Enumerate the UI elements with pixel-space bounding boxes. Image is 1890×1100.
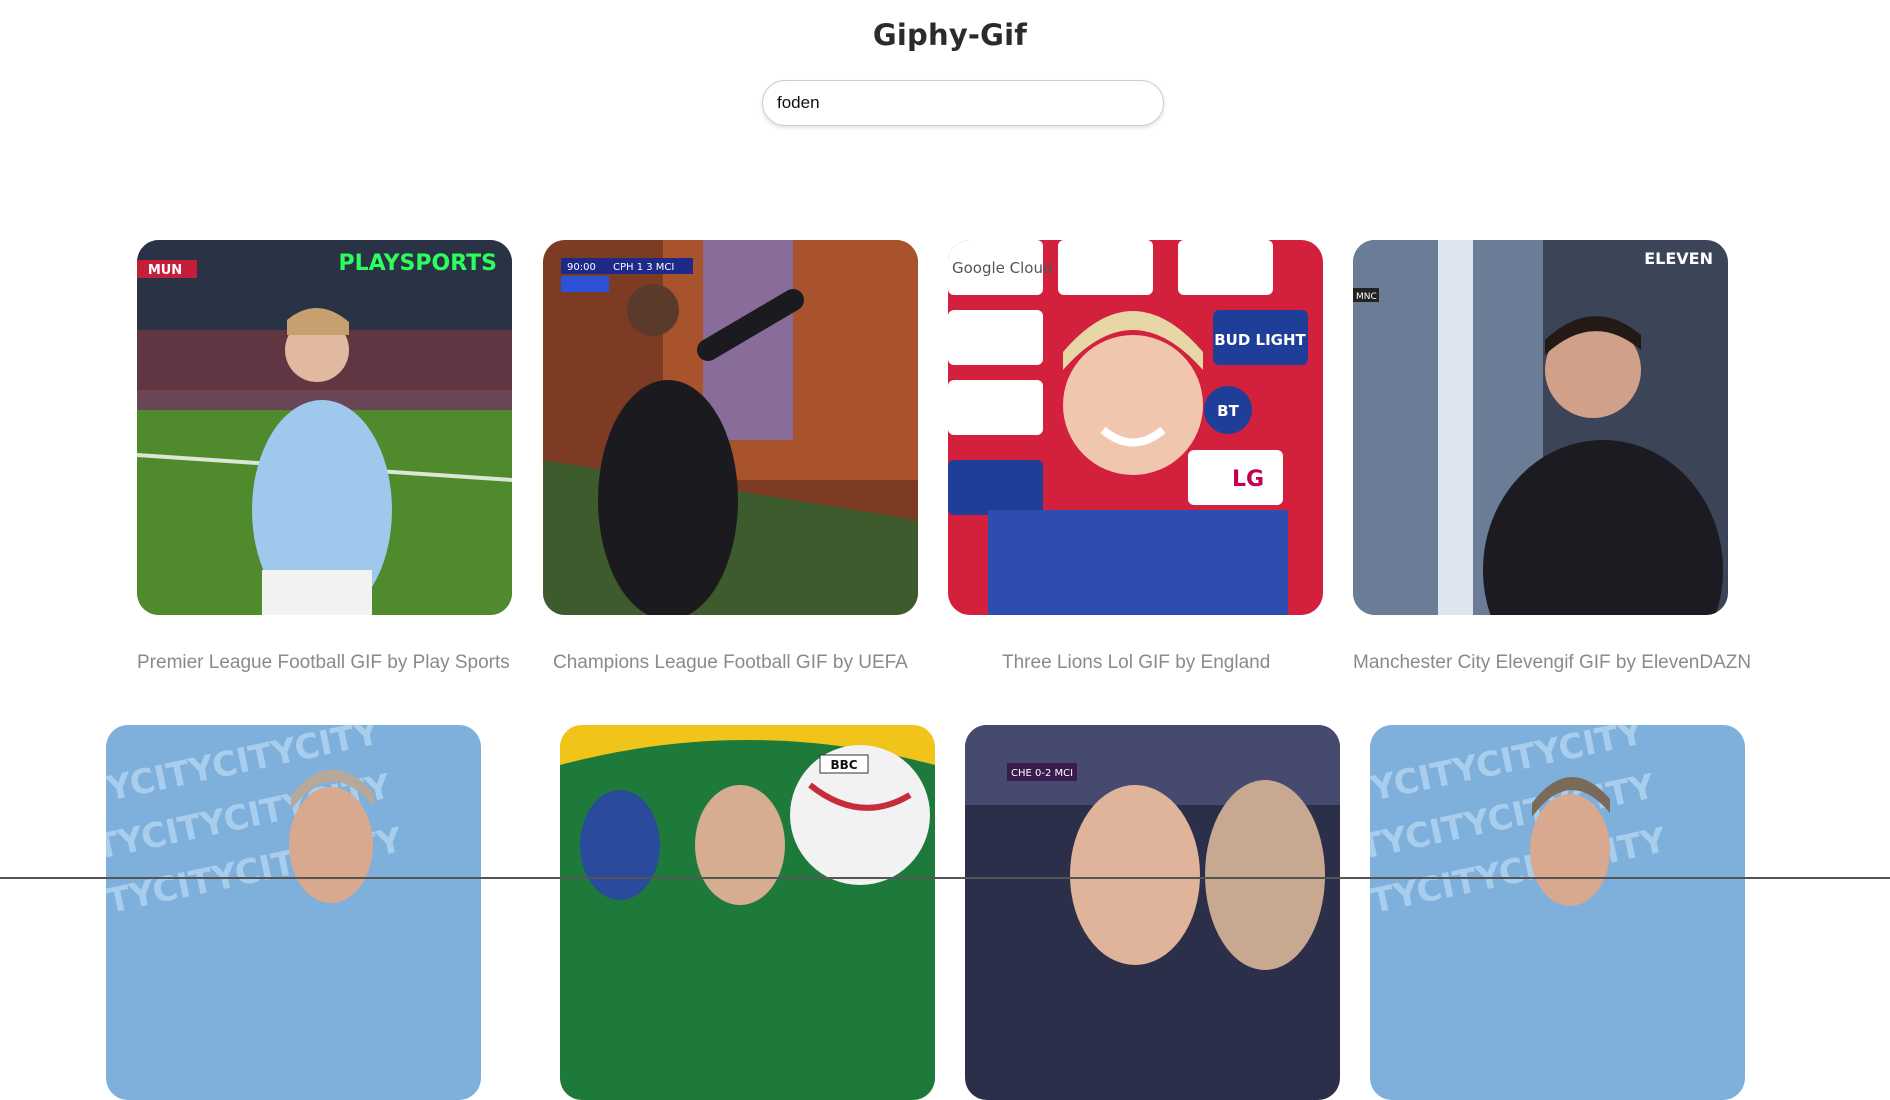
gif-thumbnail-player-cutout: CITYCITYCITYCITY CITYCITYCITYCITY CITYCI… [106,725,481,1100]
score-overlay: MUN [148,263,182,278]
app-title: Giphy-Gif [872,18,1028,52]
gif-image[interactable]: BBC [560,725,935,1100]
gif-thumbnail-football-celebration: MUN PLAYSPORTS [137,240,512,615]
broadcaster-logo: BBC [830,758,857,772]
sponsor-google: Google Cloud [952,259,1053,277]
broadcaster-logo: ELEVEN [1644,249,1713,268]
gif-image[interactable]: MUN PLAYSPORTS [137,240,512,615]
gif-image[interactable]: Google Cloud BUD LIGHT BT LG [948,240,1323,615]
gif-image[interactable]: CITYCITYCITYCITY CITYCITYCITYCITY CITYCI… [1370,725,1745,1100]
gif-thumbnail-football-celebration: 90:00 CPH 1 3 MCI [543,240,918,615]
gif-thumbnail-worldcup: BBC [560,725,935,1100]
gif-thumbnail-press-conference: Google Cloud BUD LIGHT BT LG [948,240,1323,615]
gif-caption: Three Lions Lol GIF by England [1002,652,1271,673]
gif-caption: Premier League Football GIF by Play Spor… [137,652,510,673]
gif-caption: Champions League Football GIF by UEFA [553,652,908,673]
score-overlay: MNC [1356,292,1377,302]
gif-image[interactable]: CHE 0-2 MCI [965,725,1340,1100]
score-overlay: CHE 0-2 MCI [1011,768,1073,779]
sponsor-bt: BT [1217,402,1239,420]
gif-image[interactable]: CITYCITYCITYCITY CITYCITYCITYCITY CITYCI… [106,725,481,1100]
score-overlay: CPH 1 3 MCI [613,262,674,273]
match-clock: 90:00 [567,262,596,273]
search-input[interactable] [762,80,1164,126]
gif-thumbnail-match-celebration: CHE 0-2 MCI [965,725,1340,1100]
broadcaster-logo: PLAYSPORTS [339,251,497,276]
sponsor-lg: LG [1232,467,1264,492]
gif-thumbnail-player-cutout: CITYCITYCITYCITY CITYCITYCITYCITY CITYCI… [1370,725,1745,1100]
sponsor-budlight: BUD LIGHT [1214,331,1306,349]
gif-image[interactable]: ELEVEN MNC [1353,240,1728,615]
gif-thumbnail-player-closeup: ELEVEN MNC [1353,240,1728,615]
search-box [762,80,1164,126]
gif-caption: Manchester City Elevengif GIF by ElevenD… [1353,652,1752,673]
gif-image[interactable]: 90:00 CPH 1 3 MCI [543,240,918,615]
